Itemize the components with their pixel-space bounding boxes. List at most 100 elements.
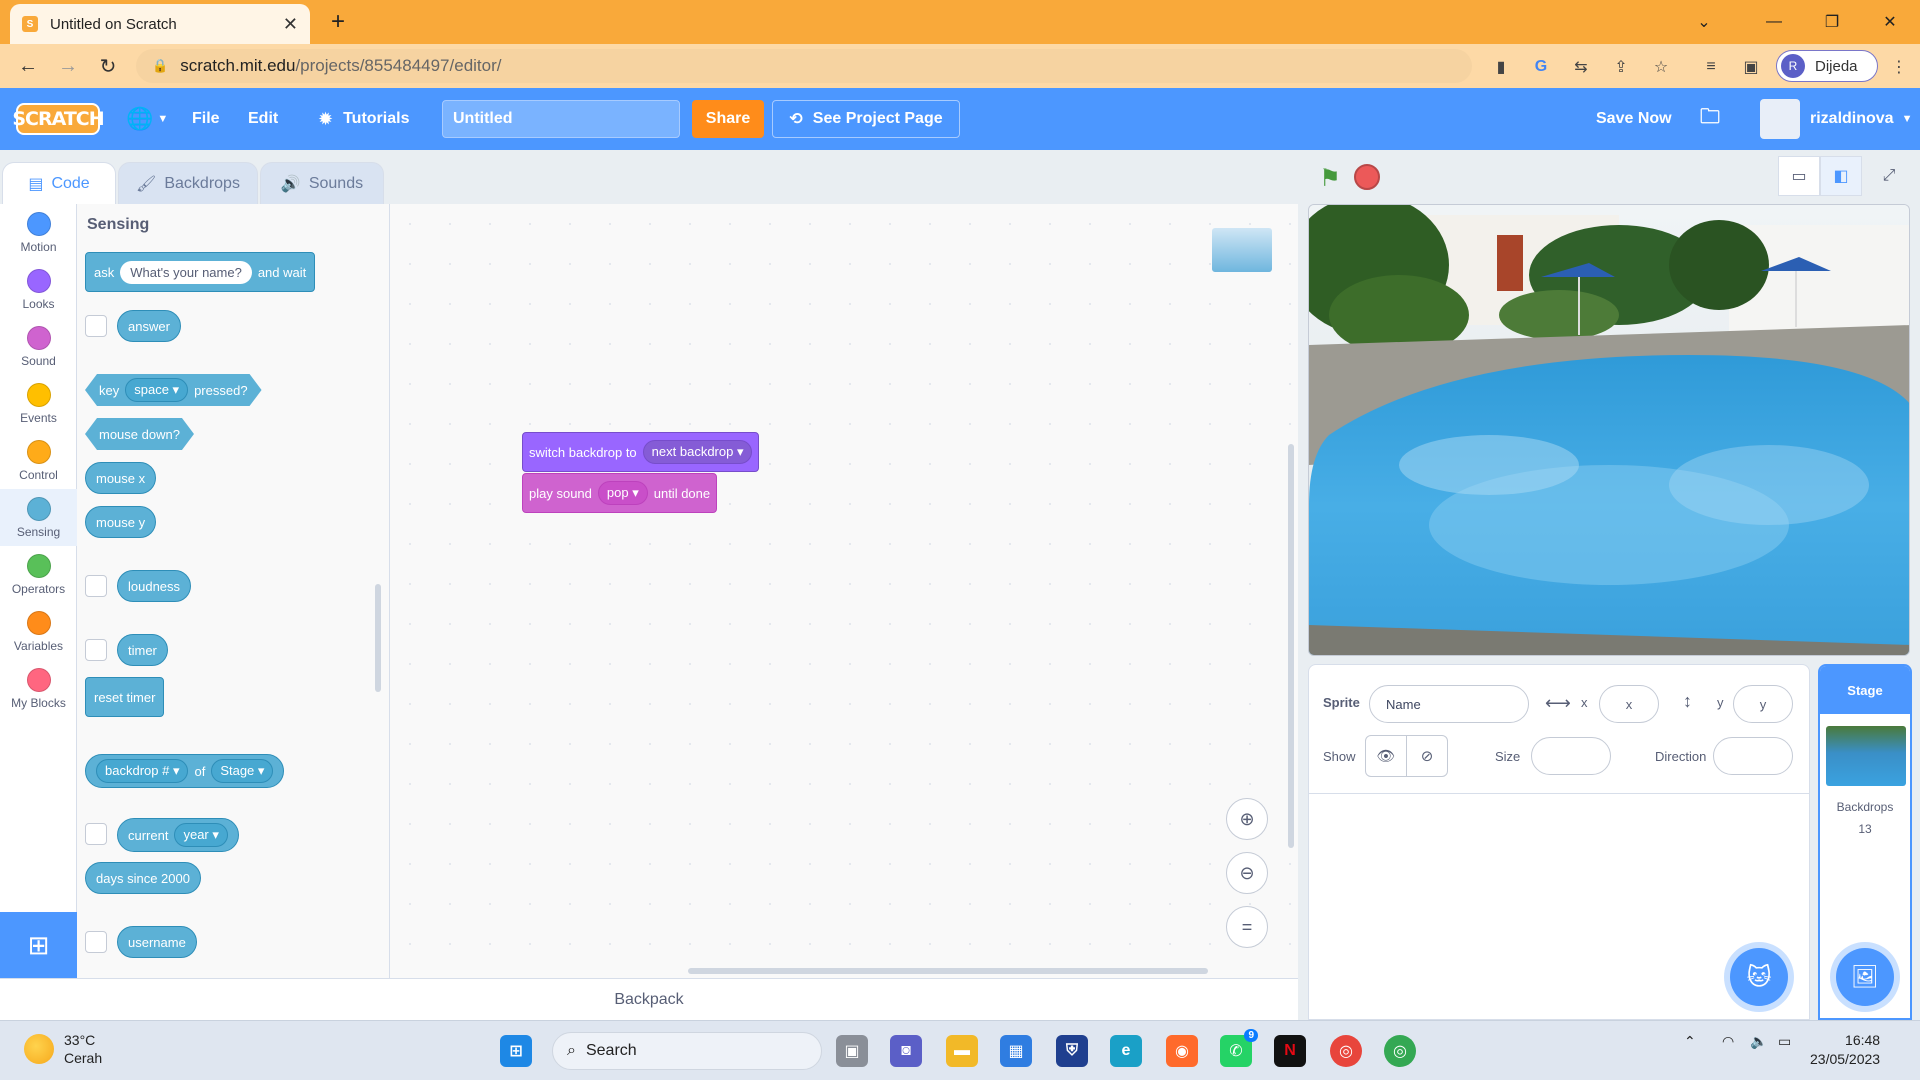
mouse-y-block[interactable]: mouse y xyxy=(85,506,157,538)
answer-checkbox[interactable] xyxy=(85,315,107,337)
chrome-profile-icon[interactable]: ◎ xyxy=(1384,1035,1416,1067)
file-menu[interactable]: File xyxy=(192,88,220,150)
zoom-reset-icon[interactable]: = xyxy=(1226,906,1268,948)
category-events[interactable]: Events xyxy=(0,375,77,432)
fullscreen-icon[interactable]: ⤢ xyxy=(1868,156,1910,196)
object-dropdown[interactable]: Stage ▾ xyxy=(211,759,274,783)
new-tab-icon[interactable]: + xyxy=(322,6,354,38)
minimize-icon[interactable]: — xyxy=(1750,6,1798,38)
key-dropdown[interactable]: space ▾ xyxy=(125,378,188,402)
current-checkbox[interactable] xyxy=(85,823,107,845)
teams-chat-icon[interactable]: ◙ xyxy=(890,1035,922,1067)
mouse-down-block[interactable]: mouse down? xyxy=(85,418,194,450)
microsoft-store-icon[interactable]: ▦ xyxy=(1000,1035,1032,1067)
sprite-name-input[interactable]: Name xyxy=(1369,685,1529,723)
switch-backdrop-block[interactable]: switch backdrop to next backdrop ▾ xyxy=(522,432,760,472)
play-sound-block[interactable]: play sound pop ▾ until done xyxy=(522,473,718,513)
y-input[interactable]: y xyxy=(1733,685,1793,723)
category-variables[interactable]: Variables xyxy=(0,603,77,660)
answer-block[interactable]: answer xyxy=(117,310,181,342)
key-pressed-block[interactable]: key space ▾ pressed? xyxy=(85,374,262,406)
restore-icon[interactable]: ❐ xyxy=(1808,6,1856,38)
category-operators[interactable]: Operators xyxy=(0,546,77,603)
days-since-block[interactable]: days since 2000 xyxy=(85,862,201,894)
browser-tab[interactable]: S Untitled on Scratch ✕ xyxy=(10,4,310,44)
mouse-x-block[interactable]: mouse x xyxy=(85,462,157,494)
ask-block[interactable]: ask What's your name? and wait xyxy=(85,252,316,292)
normal-stage-icon[interactable]: ◧ xyxy=(1820,156,1862,196)
add-backdrop-icon[interactable]: 🖼 xyxy=(1836,948,1894,1006)
security-app-icon[interactable]: ⛨ xyxy=(1056,1035,1088,1067)
side-panel-icon[interactable]: ▣ xyxy=(1740,56,1762,78)
zoom-in-icon[interactable]: ⊕ xyxy=(1226,798,1268,840)
username-checkbox[interactable] xyxy=(85,931,107,953)
add-sprite-cat-icon[interactable]: 🐱 xyxy=(1730,948,1788,1006)
loudness-block[interactable]: loudness xyxy=(117,570,192,602)
ask-input[interactable]: What's your name? xyxy=(120,260,252,284)
account-menu[interactable]: rizaldinova ▼ xyxy=(1760,88,1912,150)
bookmark-star-icon[interactable]: ☆ xyxy=(1650,56,1672,78)
save-now-button[interactable]: Save Now xyxy=(1596,88,1672,150)
stop-icon[interactable] xyxy=(1354,164,1380,190)
size-input[interactable] xyxy=(1531,737,1611,775)
share-page-icon[interactable]: ⇪ xyxy=(1610,56,1632,78)
task-view-icon[interactable]: ▣ xyxy=(836,1035,868,1067)
backdrop-of-block[interactable]: backdrop # ▾ of Stage ▾ xyxy=(85,754,285,788)
workspace-vertical-scrollbar[interactable] xyxy=(1288,444,1294,848)
tab-code[interactable]: ▤ Code xyxy=(2,162,116,204)
whatsapp-icon[interactable]: ✆ 9 xyxy=(1220,1029,1258,1067)
my-stuff-folder-icon[interactable]: 🗀 xyxy=(1700,88,1720,150)
reload-icon[interactable]: ↻ xyxy=(92,50,124,82)
reset-timer-block[interactable]: reset timer xyxy=(85,677,165,717)
browser-menu-icon[interactable]: ⋮ xyxy=(1888,56,1910,78)
category-looks[interactable]: Looks xyxy=(0,261,77,318)
category-control[interactable]: Control xyxy=(0,432,77,489)
camera-icon[interactable]: ▮ xyxy=(1490,56,1512,78)
language-globe-icon[interactable]: 🌐 ▼ xyxy=(126,88,168,150)
tab-backdrops[interactable]: 🖌 Backdrops xyxy=(118,162,258,204)
zoom-out-icon[interactable]: ⊖ xyxy=(1226,852,1268,894)
hide-eye-icon[interactable]: ⊘ xyxy=(1406,735,1448,777)
volume-icon[interactable]: 🔈 xyxy=(1750,1033,1767,1050)
tutorials-button[interactable]: ✹ Tutorials xyxy=(318,88,409,150)
sound-dropdown[interactable]: pop ▾ xyxy=(597,481,648,505)
tab-sounds[interactable]: 🔊 Sounds xyxy=(260,162,384,204)
time-unit-dropdown[interactable]: year ▾ xyxy=(174,823,228,847)
media-control-icon[interactable]: ≡ xyxy=(1700,56,1722,78)
scratch-logo[interactable]: SCRATCH xyxy=(12,103,105,135)
tab-search-icon[interactable]: ⌄ xyxy=(1680,6,1728,38)
wifi-icon[interactable]: ◠ xyxy=(1722,1033,1734,1050)
file-explorer-icon[interactable]: ▬ xyxy=(946,1035,978,1067)
battery-icon[interactable]: ▭ xyxy=(1778,1033,1791,1050)
close-tab-icon[interactable]: ✕ xyxy=(283,14,298,35)
share-button[interactable]: Share xyxy=(692,100,764,138)
current-block[interactable]: current year ▾ xyxy=(117,818,239,852)
backpack[interactable]: Backpack xyxy=(0,978,1298,1020)
netflix-icon[interactable]: N xyxy=(1274,1035,1306,1067)
workspace-horizontal-scrollbar[interactable] xyxy=(688,968,1208,974)
category-my-blocks[interactable]: My Blocks xyxy=(0,660,77,717)
category-sensing[interactable]: Sensing xyxy=(0,489,77,546)
profile-chip[interactable]: R Dijeda xyxy=(1776,50,1878,82)
address-bar[interactable]: 🔒 scratch.mit.edu/projects/855484497/edi… xyxy=(136,49,1472,83)
show-hidden-icons-icon[interactable]: ⌃ xyxy=(1684,1033,1696,1050)
username-block[interactable]: username xyxy=(117,926,197,958)
timer-block[interactable]: timer xyxy=(117,634,168,666)
chrome-icon[interactable]: ◎ xyxy=(1330,1035,1362,1067)
category-sound[interactable]: Sound xyxy=(0,318,77,375)
script-workspace[interactable]: switch backdrop to next backdrop ▾ play … xyxy=(390,204,1298,978)
x-input[interactable]: x xyxy=(1599,685,1659,723)
forward-icon[interactable]: → xyxy=(52,50,84,82)
taskbar-search[interactable]: ⌕ Search xyxy=(552,1032,822,1070)
translate-icon[interactable]: ⇆ xyxy=(1570,56,1592,78)
firefox-icon[interactable]: ◉ xyxy=(1166,1035,1198,1067)
edit-menu[interactable]: Edit xyxy=(248,88,278,150)
category-motion[interactable]: Motion xyxy=(0,204,77,261)
project-title-input[interactable]: Untitled xyxy=(442,100,680,138)
add-extension-button[interactable]: ⊞ xyxy=(0,912,77,978)
edge-browser-icon[interactable]: e xyxy=(1110,1035,1142,1067)
backdrop-property-dropdown[interactable]: backdrop # ▾ xyxy=(96,759,189,783)
stage-canvas[interactable] xyxy=(1308,204,1910,656)
loudness-checkbox[interactable] xyxy=(85,575,107,597)
show-eye-icon[interactable]: 👁 xyxy=(1365,735,1407,777)
